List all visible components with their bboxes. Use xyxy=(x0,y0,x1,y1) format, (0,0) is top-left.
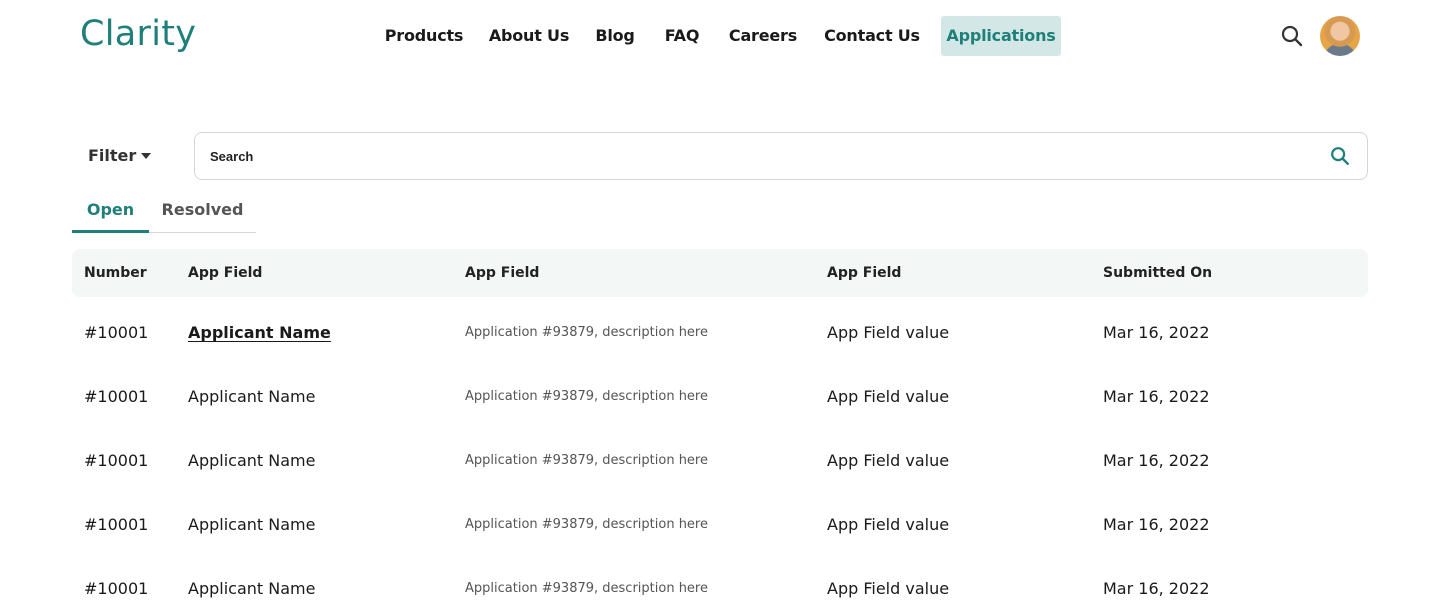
row-description: Application #93879, description here xyxy=(465,389,708,404)
table-row[interactable]: #10001 Applicant Name Application #93879… xyxy=(72,557,1368,600)
column-header-app-field[interactable]: App Field xyxy=(827,249,901,297)
top-header: Clarity Products About Us Blog FAQ Caree… xyxy=(0,0,1440,72)
row-field-value: App Field value xyxy=(827,515,950,534)
nav-item-about-us[interactable]: About Us xyxy=(484,16,574,56)
search-icon[interactable] xyxy=(1280,24,1304,48)
applicant-name-link[interactable]: Applicant Name xyxy=(188,301,331,365)
tab-open[interactable]: Open xyxy=(72,196,149,233)
row-field-value: App Field value xyxy=(827,323,950,342)
applicant-name[interactable]: Applicant Name xyxy=(188,557,315,600)
row-description: Application #93879, description here xyxy=(465,581,708,596)
status-tabs: Open Resolved xyxy=(72,196,256,233)
table-header: Number App Field App Field App Field Sub… xyxy=(72,249,1368,297)
applicant-name[interactable]: Applicant Name xyxy=(188,493,315,557)
nav-item-applications[interactable]: Applications xyxy=(941,16,1061,56)
table-row[interactable]: #10001 Applicant Name Application #93879… xyxy=(72,365,1368,429)
search-bar xyxy=(194,132,1368,180)
row-field-value: App Field value xyxy=(827,451,950,470)
column-header-submitted-on[interactable]: Submitted On xyxy=(1103,249,1212,297)
row-number: #10001 xyxy=(84,515,149,534)
nav-item-careers[interactable]: Careers xyxy=(723,16,803,56)
row-number: #10001 xyxy=(84,451,149,470)
nav-item-products[interactable]: Products xyxy=(378,16,470,56)
row-field-value: App Field value xyxy=(827,387,950,406)
search-input[interactable] xyxy=(210,133,1310,179)
row-submitted-date: Mar 16, 2022 xyxy=(1103,451,1210,470)
tab-resolved[interactable]: Resolved xyxy=(149,196,256,232)
column-header-app-field[interactable]: App Field xyxy=(465,249,539,297)
table-row[interactable]: #10001 Applicant Name Application #93879… xyxy=(72,429,1368,493)
caret-down-icon[interactable] xyxy=(141,153,151,159)
nav-item-contact-us[interactable]: Contact Us xyxy=(820,16,924,56)
main-nav: Products About Us Blog FAQ Careers Conta… xyxy=(0,16,1440,56)
search-icon[interactable] xyxy=(1329,145,1351,167)
row-number: #10001 xyxy=(84,387,149,406)
row-description: Application #93879, description here xyxy=(465,325,708,340)
column-header-number[interactable]: Number xyxy=(84,249,147,297)
user-avatar[interactable] xyxy=(1320,16,1360,56)
applicant-name[interactable]: Applicant Name xyxy=(188,429,315,493)
row-submitted-date: Mar 16, 2022 xyxy=(1103,323,1210,342)
row-submitted-date: Mar 16, 2022 xyxy=(1103,579,1210,598)
table-row[interactable]: #10001 Applicant Name Application #93879… xyxy=(72,493,1368,557)
row-submitted-date: Mar 16, 2022 xyxy=(1103,387,1210,406)
row-description: Application #93879, description here xyxy=(465,517,708,532)
row-description: Application #93879, description here xyxy=(465,453,708,468)
row-number: #10001 xyxy=(84,579,149,598)
row-number: #10001 xyxy=(84,323,149,342)
table-row[interactable]: #10001 Applicant Name Application #93879… xyxy=(72,301,1368,365)
applicant-name[interactable]: Applicant Name xyxy=(188,365,315,429)
row-field-value: App Field value xyxy=(827,579,950,598)
filter-dropdown[interactable]: Filter xyxy=(88,144,136,168)
row-submitted-date: Mar 16, 2022 xyxy=(1103,515,1210,534)
nav-item-faq[interactable]: FAQ xyxy=(660,16,704,56)
nav-item-blog[interactable]: Blog xyxy=(590,16,640,56)
column-header-app-field[interactable]: App Field xyxy=(188,249,262,297)
